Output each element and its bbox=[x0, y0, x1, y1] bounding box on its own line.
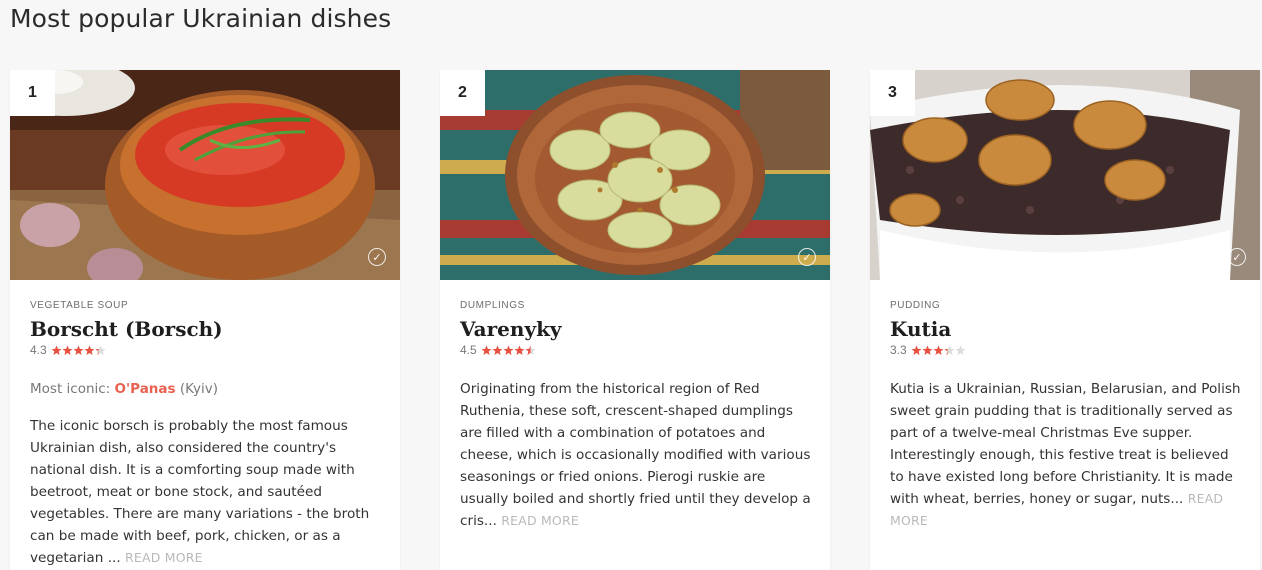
dish-category: VEGETABLE SOUP bbox=[30, 300, 129, 311]
star-icon bbox=[51, 345, 62, 355]
star-rating bbox=[51, 345, 106, 356]
rating: 4.5 bbox=[460, 342, 814, 358]
star-icon bbox=[95, 345, 106, 355]
most-iconic-label: Most iconic: bbox=[30, 381, 111, 397]
star-icon bbox=[62, 345, 73, 355]
description-text: The iconic borsch is probably the most f… bbox=[30, 418, 370, 566]
most-iconic-line: Most iconic: O'Panas (Kyiv) bbox=[30, 379, 384, 399]
description-text: Kutia is a Ukrainian, Russian, Belarusia… bbox=[890, 381, 1241, 507]
rank-badge: 3 bbox=[870, 70, 915, 116]
dish-category: PUDDING bbox=[890, 300, 941, 311]
dish-card-varenyky[interactable]: 2 ✓ DUMPLINGS Varenyky 4.5 Originating f… bbox=[440, 70, 830, 570]
dish-list: 1 ✓ VEGETABLE SOUP Borscht (Borsch) 4.3 … bbox=[10, 70, 1262, 570]
star-icon bbox=[944, 345, 955, 355]
dish-name[interactable]: Varenyky bbox=[460, 316, 814, 342]
check-icon[interactable]: ✓ bbox=[798, 248, 816, 266]
star-icon bbox=[955, 345, 966, 355]
rating: 4.3 bbox=[30, 342, 384, 358]
star-rating bbox=[911, 345, 966, 356]
page-title: Most popular Ukrainian dishes bbox=[10, 4, 392, 33]
rating: 3.3 bbox=[890, 342, 1244, 358]
varenyky-photo[interactable]: 2 ✓ bbox=[440, 70, 830, 280]
dish-name[interactable]: Kutia bbox=[890, 316, 1244, 342]
star-icon bbox=[503, 345, 514, 355]
kutia-photo[interactable]: 3 ✓ bbox=[870, 70, 1260, 280]
star-icon bbox=[922, 345, 933, 355]
star-icon bbox=[514, 345, 525, 355]
star-rating bbox=[481, 345, 536, 356]
star-icon bbox=[525, 345, 536, 355]
read-more-link[interactable]: READ MORE bbox=[501, 513, 579, 528]
rank-badge: 1 bbox=[10, 70, 55, 116]
dish-card-borscht[interactable]: 1 ✓ VEGETABLE SOUP Borscht (Borsch) 4.3 … bbox=[10, 70, 400, 570]
dish-description: Originating from the historical region o… bbox=[460, 378, 814, 532]
read-more-link[interactable]: READ MORE bbox=[125, 550, 203, 565]
rating-value: 4.3 bbox=[30, 343, 47, 357]
star-icon bbox=[84, 345, 95, 355]
iconic-restaurant-link[interactable]: O'Panas bbox=[115, 381, 176, 397]
dish-description: The iconic borsch is probably the most f… bbox=[30, 415, 384, 569]
star-icon bbox=[492, 345, 503, 355]
rating-value: 3.3 bbox=[890, 343, 907, 357]
star-icon bbox=[481, 345, 492, 355]
dish-category: DUMPLINGS bbox=[460, 300, 525, 311]
star-icon bbox=[73, 345, 84, 355]
star-icon bbox=[911, 345, 922, 355]
check-icon[interactable]: ✓ bbox=[1228, 248, 1246, 266]
star-icon bbox=[933, 345, 944, 355]
check-icon[interactable]: ✓ bbox=[368, 248, 386, 266]
description-text: Originating from the historical region o… bbox=[460, 381, 811, 529]
borscht-photo[interactable]: 1 ✓ bbox=[10, 70, 400, 280]
rating-value: 4.5 bbox=[460, 343, 477, 357]
dish-card-kutia[interactable]: 3 ✓ PUDDING Kutia 3.3 Kutia is a Ukraini… bbox=[870, 70, 1260, 570]
dish-description: Kutia is a Ukrainian, Russian, Belarusia… bbox=[890, 378, 1244, 532]
rank-badge: 2 bbox=[440, 70, 485, 116]
iconic-city: (Kyiv) bbox=[179, 381, 218, 397]
dish-name[interactable]: Borscht (Borsch) bbox=[30, 316, 384, 342]
